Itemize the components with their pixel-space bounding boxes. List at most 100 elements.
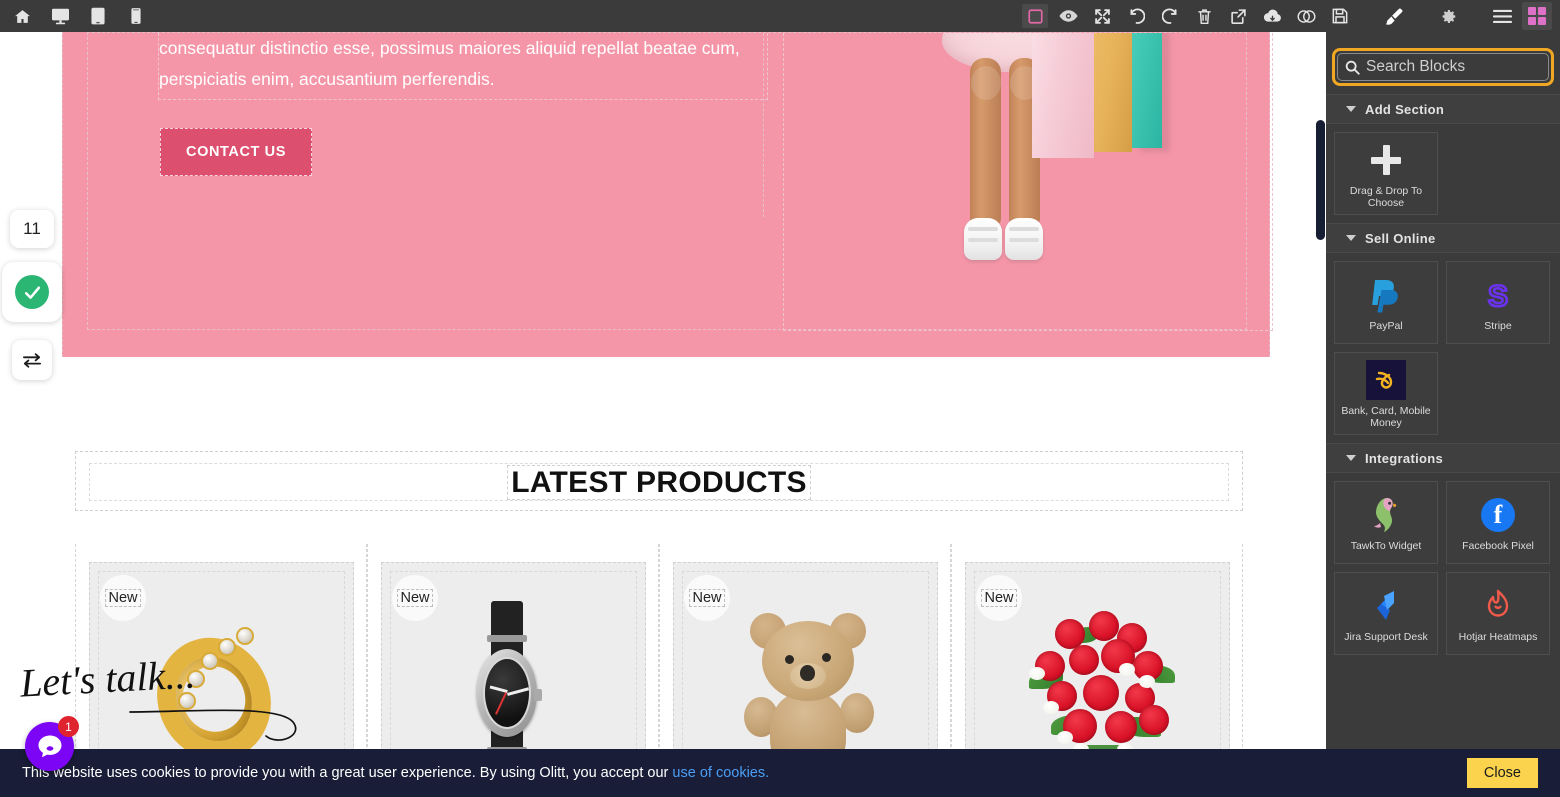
teddy-head [762,621,854,701]
knee-left [971,66,1001,100]
undo-icon[interactable] [1122,3,1150,29]
stripe-icon: S [1483,273,1513,317]
toolbar-right-group [1022,2,1560,30]
hamburger-layers-icon[interactable] [1488,3,1516,29]
home-icon[interactable] [8,3,36,29]
cookie-policy-link[interactable]: use of cookies. [672,765,769,781]
flutterwave-icon [1366,358,1406,402]
open-external-icon[interactable] [1224,3,1252,29]
teddy-nose [800,665,815,681]
chevron-down-icon [1346,106,1356,112]
redo-icon[interactable] [1156,3,1184,29]
badge-text: New [397,589,433,607]
canvas-scrollbar-thumb[interactable] [1316,120,1325,240]
badge-text: New [105,589,141,607]
search-icon [1345,60,1360,75]
filler-flower [1043,701,1059,714]
hero-row: consequatur distinctio esse, possimus ma… [87,32,1273,331]
tablet-view-icon[interactable] [84,3,112,29]
block-tile-hotjar-heatmaps[interactable]: Hotjar Heatmaps [1446,572,1550,655]
sidebar-section-title: Integrations [1365,450,1443,466]
hero-section[interactable]: consequatur distinctio esse, possimus ma… [62,32,1273,357]
shoe-strap [968,227,998,231]
mobile-view-icon[interactable] [122,3,150,29]
filler-flower [1029,667,1045,680]
contrast-toggle-icon[interactable] [1292,3,1320,29]
shoe-strap [968,238,998,242]
canvas-scrollbar[interactable] [1314,32,1326,797]
block-tile-label: Facebook Pixel [1462,540,1534,552]
sneaker-right [1005,218,1043,260]
cookie-consent-message: This website uses cookies to provide you… [22,765,673,781]
filler-flower [1057,731,1073,744]
hero-paragraph[interactable]: consequatur distinctio esse, possimus ma… [158,33,768,100]
save-floppy-icon[interactable] [1326,3,1354,29]
teddy-eye-left [785,655,794,664]
chat-unread-badge: 1 [58,716,79,737]
block-tile-stripe[interactable]: S Stripe [1446,261,1550,344]
latest-products-header-row[interactable]: LATEST PRODUCTS [75,451,1243,511]
chat-bubble-icon [38,735,61,758]
cookie-close-button[interactable]: Close [1466,758,1538,788]
swap-widget[interactable] [12,340,52,380]
fullscreen-icon[interactable] [1088,3,1116,29]
watch-dial [483,657,531,729]
block-tile-jira-support-desk[interactable]: Jira Support Desk [1334,572,1438,655]
brush-icon[interactable] [1380,3,1408,29]
cloud-download-icon[interactable] [1258,3,1286,29]
watch-crown [534,689,542,701]
product-new-badge: New [976,575,1022,621]
hero-image-column[interactable] [783,33,1273,331]
ring-gem [218,638,236,656]
gear-icon[interactable] [1434,3,1462,29]
blocks-sidebar: Add Section Drag & Drop To Choose Sell O… [1326,32,1560,797]
trash-icon[interactable] [1190,3,1218,29]
ring-gem [201,652,219,670]
block-tile-label: PayPal [1369,320,1403,332]
search-blocks-input[interactable] [1366,58,1560,76]
watch-case [477,649,542,737]
sidebar-section-add-section[interactable]: Add Section [1326,94,1560,124]
product-new-badge: New [100,575,146,621]
sidebar-scroll-area[interactable]: Add Section Drag & Drop To Choose Sell O… [1326,94,1560,797]
search-blocks-box[interactable] [1337,53,1560,81]
bag-body [1032,33,1094,158]
ring-gem [236,627,254,645]
block-tile-drag-and-drop[interactable]: Drag & Drop To Choose [1334,132,1438,215]
sneaker-left [964,218,1002,260]
block-tile-tawkto-widget[interactable]: TawkTo Widget [1334,481,1438,564]
sidebar-section-sell-online[interactable]: Sell Online [1326,223,1560,253]
shopping-bags [1032,33,1170,186]
page-count-widget[interactable]: 11 [10,210,54,248]
website-builder-app: consequatur distinctio esse, possimus ma… [0,0,1560,797]
product-new-badge: New [392,575,438,621]
toolbar-left-group [0,3,150,29]
preview-eye-icon[interactable] [1054,3,1082,29]
editor-canvas[interactable]: consequatur distinctio esse, possimus ma… [0,32,1318,797]
verified-status-widget[interactable] [2,262,62,322]
block-tile-bank-card-mobile-money[interactable]: Bank, Card, Mobile Money [1334,352,1438,435]
rose [1069,645,1099,675]
chevron-down-icon [1346,455,1356,461]
rose [1089,611,1119,641]
block-tile-paypal[interactable]: PayPal [1334,261,1438,344]
blocks-grid-icon[interactable] [1522,2,1552,30]
arrows-swap-icon [23,353,41,368]
filler-flower [1119,663,1135,676]
latest-products-title[interactable]: LATEST PRODUCTS [90,464,1228,502]
block-tile-label: Hotjar Heatmaps [1458,631,1538,643]
block-tile-label: TawkTo Widget [1350,540,1422,552]
rose [1083,675,1119,711]
teddy-eye-right [822,653,831,662]
borders-toggle-icon[interactable] [1022,4,1048,28]
desktop-view-icon[interactable] [46,3,74,29]
check-circle-icon [15,275,49,309]
sidebar-section-integrations[interactable]: Integrations [1326,443,1560,473]
latest-products-header-cell: LATEST PRODUCTS [89,463,1229,501]
latest-products-title-text: LATEST PRODUCTS [507,465,811,500]
contact-us-button[interactable]: CONTACT US [160,128,312,176]
block-tile-facebook-pixel[interactable]: f Facebook Pixel [1446,481,1550,564]
sidebar-tiles-integrations: TawkTo Widget f Facebook Pixel Jira Supp… [1326,473,1560,663]
hotjar-flame-icon [1482,584,1514,628]
block-tile-label: Stripe [1484,320,1512,332]
